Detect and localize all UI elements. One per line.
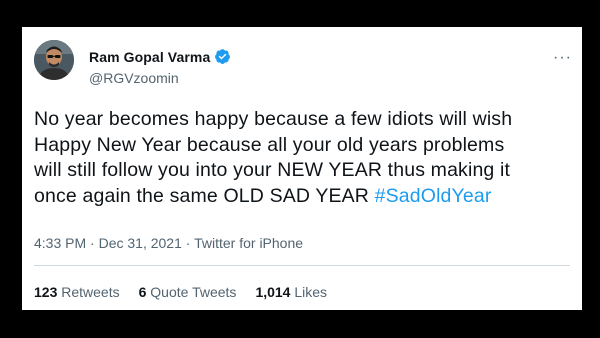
tweet-time[interactable]: 4:33 PM [34,235,86,251]
tweet-text-line: No year becomes happy because a few idio… [34,108,513,130]
tweet-text-line: once again the same OLD SAD YEAR [34,184,375,207]
tweet-text-line: Happy New Year because all your old year… [34,133,505,156]
avatar[interactable] [34,40,74,80]
likes-count: 1,014 [255,284,291,300]
author-display-name[interactable]: Ram Gopal Varma [89,49,210,65]
likes-stat[interactable]: 1,014 Likes [255,284,327,300]
separator-dot: · [185,235,191,251]
ellipsis-icon[interactable]: ··· [553,50,572,66]
tweet-text-line-last: once again the same OLD SAD YEAR #SadOld… [34,184,574,210]
tweet-text: No year becomes happy because a few idio… [34,107,574,209]
tweet-source[interactable]: Twitter for iPhone [194,235,303,251]
author-name-row[interactable]: Ram Gopal Varma [89,48,231,65]
quote-tweets-stat[interactable]: 6 Quote Tweets [139,284,237,300]
hashtag-link[interactable]: #SadOldYear [375,185,492,207]
quote-tweets-label: Quote Tweets [150,284,237,300]
likes-label: Likes [294,284,328,300]
profile-photo [34,40,74,80]
tweet-metadata: 4:33 PM · Dec 31, 2021 · Twitter for iPh… [34,235,303,251]
quote-tweets-count: 6 [138,284,147,300]
separator-dot: · [90,235,95,251]
retweets-stat[interactable]: 123 Retweets [34,284,120,300]
tweet-date[interactable]: Dec 31, 2021 [99,235,182,251]
tweet-text-line: will still follow you into your NEW YEAR… [34,159,511,181]
divider [34,265,570,266]
retweets-label: Retweets [61,284,120,300]
retweets-count: 123 [34,284,58,300]
author-handle[interactable]: @RGVzoomin [89,70,179,86]
verified-badge-icon [215,49,231,64]
tweet-card: Ram Gopal Varma @RGVzoomin ··· No year b… [22,27,582,310]
engagement-stats: 123 Retweets 6 Quote Tweets 1,014 Likes [34,284,346,300]
